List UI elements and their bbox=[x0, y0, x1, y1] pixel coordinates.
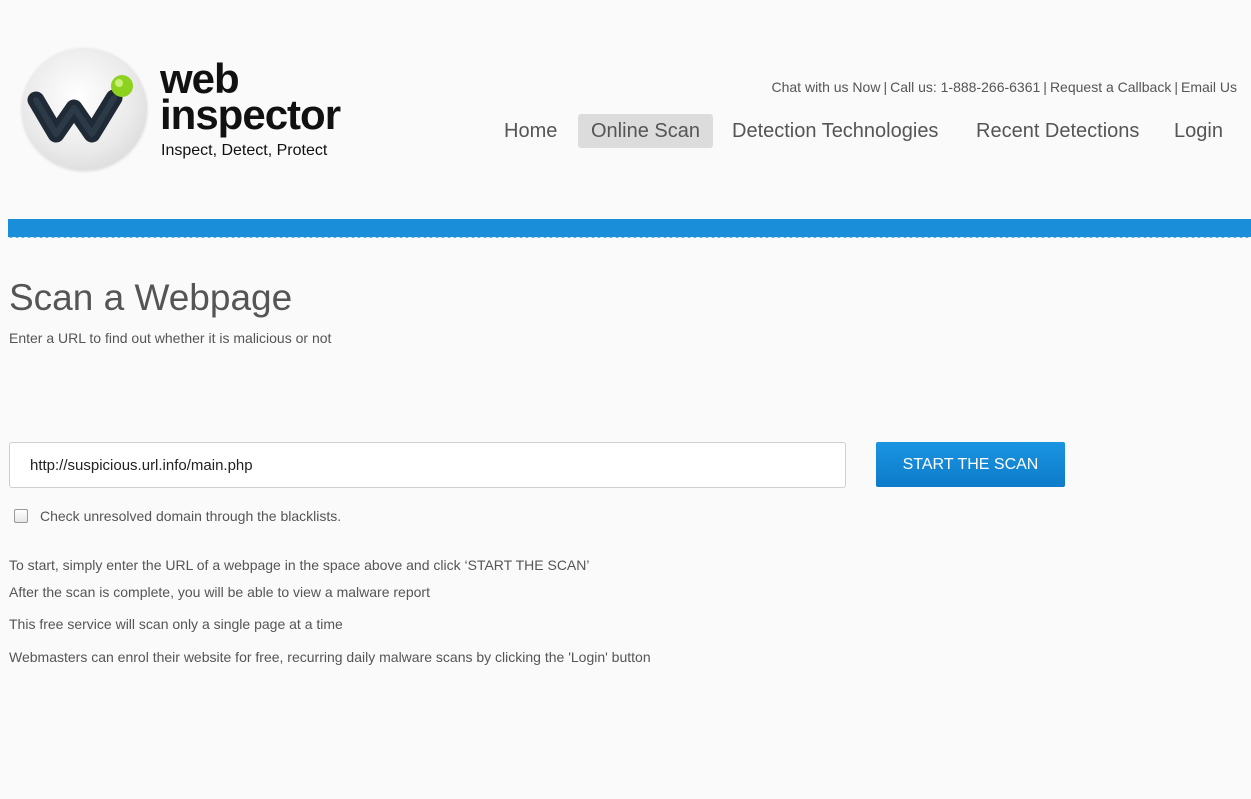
url-input[interactable] bbox=[9, 442, 846, 488]
email-us-link[interactable]: Email Us bbox=[1181, 79, 1237, 95]
site-logo[interactable]: web inspector Inspect, Detect, Protect bbox=[22, 48, 362, 173]
contact-bar: Chat with us Now | Call us: 1-888-266-6361… bbox=[772, 79, 1238, 95]
separator: | bbox=[1043, 79, 1047, 95]
blacklist-check-row: Check unresolved domain through the blac… bbox=[14, 507, 341, 525]
info-line: Webmasters can enrol their website for f… bbox=[9, 649, 651, 665]
info-line: This free service will scan only a singl… bbox=[9, 616, 343, 632]
blacklist-checkbox[interactable] bbox=[14, 509, 28, 523]
nav-item-login[interactable]: Login bbox=[1161, 114, 1236, 148]
nav-item-detection-technologies[interactable]: Detection Technologies bbox=[719, 114, 951, 148]
nav-item-recent-detections[interactable]: Recent Detections bbox=[963, 114, 1152, 148]
chat-link[interactable]: Chat with us Now bbox=[772, 79, 881, 95]
main-nav: Home Online Scan Detection Technologies … bbox=[0, 114, 1251, 148]
nav-item-online-scan[interactable]: Online Scan bbox=[578, 114, 713, 148]
separator: | bbox=[883, 79, 888, 95]
request-callback-link[interactable]: Request a Callback bbox=[1050, 79, 1171, 95]
info-line: To start, simply enter the URL of a webp… bbox=[9, 557, 590, 573]
webinspector-w-logo-icon bbox=[22, 48, 147, 170]
nav-item-home[interactable]: Home bbox=[491, 114, 570, 148]
page-subtitle: Enter a URL to find out whether it is ma… bbox=[9, 330, 332, 346]
start-scan-button[interactable]: START THE SCAN bbox=[876, 442, 1065, 487]
info-line: After the scan is complete, you will be … bbox=[9, 584, 430, 600]
blacklist-checkbox-label[interactable]: Check unresolved domain through the blac… bbox=[40, 508, 341, 524]
call-us-text: Call us: 1-888-266-6361 bbox=[890, 79, 1041, 95]
page-title: Scan a Webpage bbox=[9, 277, 293, 318]
separator: | bbox=[1174, 79, 1178, 95]
header-divider-scallop bbox=[8, 235, 1251, 241]
site-header: web inspector Inspect, Detect, Protect C… bbox=[0, 0, 1251, 219]
